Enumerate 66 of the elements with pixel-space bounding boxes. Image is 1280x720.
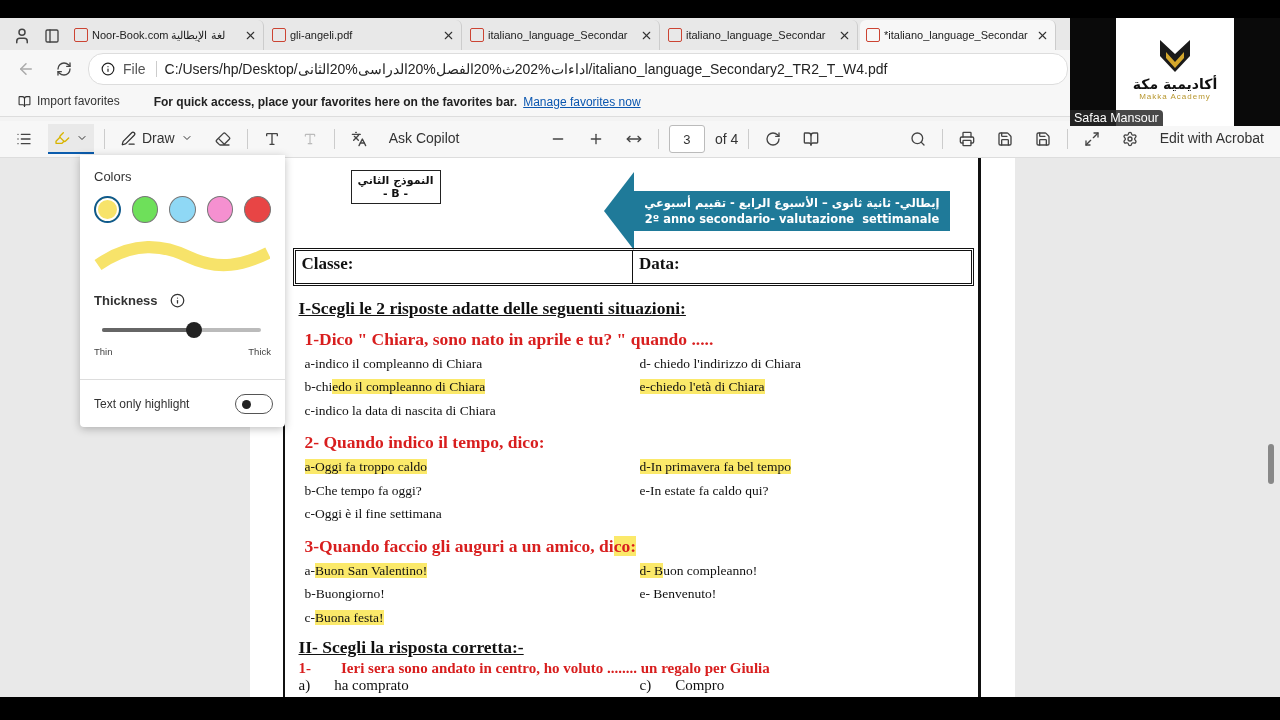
option-letter: a) xyxy=(298,677,311,695)
option-text: Compro xyxy=(675,677,725,695)
import-favorites-button[interactable]: Import favorites xyxy=(12,91,126,113)
option-letter: c) xyxy=(639,677,652,695)
text-only-label: Text only highlight xyxy=(94,397,190,411)
question-text: Ieri sera sono andato in centro, ho voluto ........ un regalo per Giulia xyxy=(341,660,770,677)
thick-label: Thick xyxy=(248,346,271,357)
pdf-file-icon xyxy=(74,28,88,42)
answer-option: c-Buona festa! xyxy=(304,609,640,633)
answer-option: a-Oggi fa troppo caldo xyxy=(304,459,640,483)
slider-thumb[interactable] xyxy=(186,322,203,338)
pdf-file-icon xyxy=(272,28,286,42)
question-number: 1- xyxy=(298,660,311,677)
thin-label: Thin xyxy=(94,346,113,357)
url-text: C:/Users/hp/Desktop/اداءات%202ث%20الفصل%20الدراسى%20الثانى/italiano_language_Secondary2_TR2_T_W4.pdf xyxy=(164,61,888,77)
pen-icon xyxy=(121,130,136,146)
pdf-file-icon xyxy=(470,28,484,42)
section-heading: II- Scegli la risposta corretta:- xyxy=(298,637,525,658)
info-icon[interactable] xyxy=(169,293,185,308)
answer-option: d-In primavera fa bel tempo xyxy=(639,459,974,483)
answer-option: e- Benvenuto! xyxy=(639,586,974,610)
color-swatch[interactable] xyxy=(169,196,196,223)
section-heading: I-Scegli le 2 risposte adatte delle seguenti situazioni: xyxy=(298,297,687,319)
color-swatch[interactable] xyxy=(244,196,271,223)
answer-option: c-indico la data di nascita di Chiara xyxy=(304,402,640,426)
highlighter-icon xyxy=(54,130,70,146)
favorites-message: For quick access, place your favorites here on the favorites bar. xyxy=(153,95,518,109)
answer-option: b-Che tempo fa oggi? xyxy=(304,482,640,506)
answer-option: c-Oggi è il fine settimana xyxy=(304,506,640,530)
answer-option: a-Buon San Valentino! xyxy=(304,562,640,586)
file-label: File xyxy=(123,61,157,77)
pdf-file-icon xyxy=(866,28,880,42)
banner-italian-text: 2º anno secondario- valutazione settimanale xyxy=(644,212,940,226)
page-number-field[interactable]: 3 xyxy=(668,125,705,153)
answer-option: b-Buongiorno! xyxy=(304,586,640,610)
colors-label: Colors xyxy=(94,169,133,184)
form-field-label: Data: xyxy=(638,253,681,275)
favorites-icon xyxy=(18,94,31,108)
question-title: 2- Quando indico il tempo, dico: xyxy=(304,432,546,453)
participant-name: Safaa Mansour xyxy=(1070,110,1163,126)
question-title: 1-Dico " Chiara, sono nato in aprile e tu? " quando ..... xyxy=(304,328,715,350)
color-swatch[interactable] xyxy=(94,196,121,223)
manage-favorites-link[interactable]: Manage favorites now xyxy=(523,95,641,109)
color-swatch[interactable] xyxy=(131,196,159,223)
thickness-label: Thickness xyxy=(94,293,158,308)
answer-option: e-chiedo l'età di Chiara xyxy=(639,379,974,403)
answer-option: a-indico il compleanno di Chiara xyxy=(304,355,640,379)
browser-tab[interactable]: *italiano_language_Secondar xyxy=(860,20,1056,50)
color-swatch[interactable] xyxy=(206,196,234,223)
scrollbar-thumb[interactable] xyxy=(1268,444,1274,484)
toggle-switch[interactable] xyxy=(235,394,273,414)
banner-arabic-text: إيطالي- ثانية ثانوى – الأسبوع الرابع - تقييم أسبوعي xyxy=(644,196,940,210)
info-icon xyxy=(101,62,115,76)
pdf-file-icon xyxy=(668,28,682,42)
highlight-button[interactable] xyxy=(48,124,94,154)
logo-icon xyxy=(1158,38,1192,74)
logo-subtitle: Makka Academy xyxy=(1139,92,1211,101)
ask-copilot-button[interactable]: Ask Copilot xyxy=(382,124,466,154)
logo-text: أكاديمية مكة xyxy=(1132,76,1218,92)
answer-option: d- chiedo l'indirizzo di Chiara xyxy=(639,355,974,379)
form-field-label: Classe: xyxy=(295,251,633,283)
draw-button[interactable]: Draw xyxy=(115,124,199,154)
answer-option: e-In estate fa caldo qui? xyxy=(639,482,974,506)
option-text: ha comprato xyxy=(334,677,409,695)
page-count: of 4 xyxy=(714,131,739,147)
edit-with-acrobat-button[interactable]: Edit with Acrobat xyxy=(1153,124,1270,154)
